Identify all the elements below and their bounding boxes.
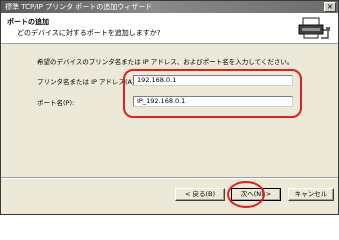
next-button-highlight-annotation xyxy=(227,181,265,208)
cancel-button[interactable]: キャンセル xyxy=(288,188,334,201)
fields-highlight-annotation xyxy=(123,69,302,118)
button-separator xyxy=(1,177,338,179)
wizard-header: ポートの追加 どのデバイスに対するポートを追加しますか? xyxy=(1,13,338,44)
close-button[interactable]: × xyxy=(324,2,336,12)
port-name-label: ポート名(P): xyxy=(37,99,75,107)
printer-name-label: プリンタ名または IP アドレス(A): xyxy=(37,78,137,86)
back-button[interactable]: < 戻る(B) xyxy=(175,188,225,201)
page-subtitle: どのデバイスに対するポートを追加しますか? xyxy=(17,29,161,37)
page-title: ポートの追加 xyxy=(7,18,49,26)
window-title: 標準 TCP/IP プリンタ ポートの追加ウィザード xyxy=(5,3,153,11)
title-bar: 標準 TCP/IP プリンタ ポートの追加ウィザード × xyxy=(1,1,338,13)
wizard-window: 標準 TCP/IP プリンタ ポートの追加ウィザード × ポートの追加 どのデバ… xyxy=(0,0,339,215)
printer-port-icon xyxy=(298,17,330,39)
instruction-text: 希望のデバイスのプリンタ名または IP アドレス、およびポート名を入力してくださ… xyxy=(37,58,294,66)
